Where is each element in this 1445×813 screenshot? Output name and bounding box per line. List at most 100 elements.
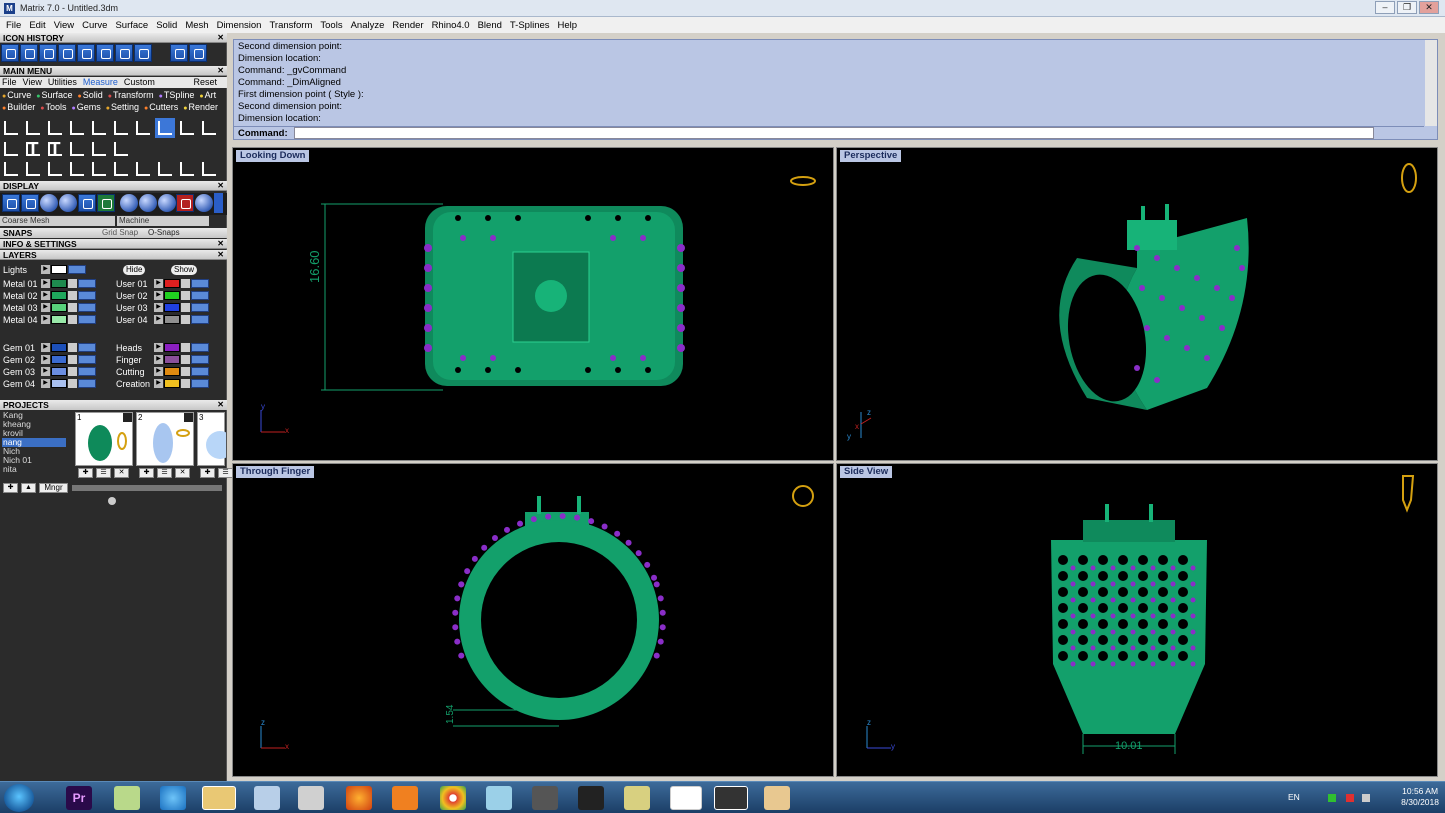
lock-icon[interactable] (68, 315, 77, 324)
panel-expand-icon[interactable] (108, 497, 116, 505)
lock-icon[interactable] (181, 367, 190, 376)
language-indicator[interactable]: EN (1288, 792, 1300, 802)
add-icon[interactable]: ✚ (139, 468, 154, 478)
viewport-perspective[interactable]: Perspective z x y (836, 147, 1438, 461)
measure-tool-icon[interactable] (89, 139, 109, 159)
render-sphere-icon[interactable] (40, 194, 58, 212)
menu-tsplines[interactable]: T-Splines (506, 20, 554, 31)
dimension-aligned-icon[interactable] (155, 118, 175, 138)
tab-file[interactable]: File (2, 77, 17, 88)
text-tool-icon[interactable]: T (23, 139, 43, 159)
up-arrow-button[interactable]: ▲ (21, 483, 36, 493)
analyze-tool-icon[interactable] (89, 159, 109, 179)
history-tool-icon[interactable] (20, 44, 38, 62)
layer-visibility-icon[interactable] (78, 279, 96, 288)
icon-history-header[interactable]: ICON HISTORY ✕ (0, 33, 227, 43)
media-player-icon[interactable] (392, 786, 418, 810)
layer-color-swatch[interactable] (164, 379, 180, 388)
category-art[interactable]: Art (199, 90, 217, 101)
layer-visibility-icon[interactable] (191, 315, 209, 324)
lock-icon[interactable] (181, 303, 190, 312)
circle-tool-icon[interactable] (199, 159, 219, 179)
arrow-right-icon[interactable]: ▶ (41, 343, 50, 352)
layer-color-swatch[interactable] (51, 291, 67, 300)
dimension-tool-icon[interactable] (89, 118, 109, 138)
chrome-icon[interactable] (440, 786, 466, 810)
analyze-tool-icon[interactable] (23, 159, 43, 179)
viewport-looking-down[interactable]: Looking Down 16.60 y x (232, 147, 834, 461)
dimension-tool-icon[interactable] (199, 118, 219, 138)
category-gems[interactable]: Gems (72, 102, 101, 113)
close-icon[interactable]: ✕ (217, 250, 224, 260)
analyze-tool-icon[interactable] (45, 159, 65, 179)
material-sphere-icon[interactable] (139, 194, 157, 212)
viewport-through-finger[interactable]: Through Finger 1.54 z x (232, 463, 834, 777)
paint-icon[interactable] (764, 786, 790, 810)
minimize-button[interactable]: – (1375, 1, 1395, 14)
projects-list[interactable]: Kang kheang krovil nang Nich Nich 01 nit… (2, 411, 66, 477)
layer-color-swatch[interactable] (51, 315, 67, 324)
tray-icon[interactable] (1362, 794, 1370, 802)
dimension-tool-icon[interactable] (23, 118, 43, 138)
menu-help[interactable]: Help (554, 20, 582, 31)
layer-visibility-icon[interactable] (191, 291, 209, 300)
layer-color-swatch[interactable] (164, 303, 180, 312)
lock-icon[interactable] (181, 315, 190, 324)
dimension-tool-icon[interactable] (177, 118, 197, 138)
category-builder[interactable]: Builder (2, 102, 35, 113)
menu-curve[interactable]: Curve (78, 20, 111, 31)
measure-tool-icon[interactable] (111, 139, 131, 159)
add-project-button[interactable]: ✚ (3, 483, 18, 493)
projects-header[interactable]: PROJECTS ✕ (0, 400, 227, 410)
history-tool-icon[interactable] (96, 44, 114, 62)
layer-color-swatch[interactable] (164, 279, 180, 288)
history-tool-icon[interactable] (1, 44, 19, 62)
o-snaps-toggle[interactable]: O-Snaps (148, 228, 180, 238)
arrow-right-icon[interactable]: ▶ (41, 315, 50, 324)
arrow-right-icon[interactable]: ▶ (154, 291, 163, 300)
main-menu-header[interactable]: MAIN MENU ✕ (0, 66, 227, 76)
close-icon[interactable]: ✕ (217, 66, 224, 76)
menu-edit[interactable]: Edit (25, 20, 49, 31)
layer-visibility-icon[interactable] (191, 343, 209, 352)
layer-color-swatch[interactable] (164, 367, 180, 376)
history-tool-icon[interactable] (77, 44, 95, 62)
dimension-tool-icon[interactable] (1, 118, 21, 138)
arrow-right-icon[interactable]: ▶ (41, 367, 50, 376)
tool-icon[interactable] (532, 786, 558, 810)
display-scroll-icon[interactable] (214, 193, 223, 213)
display-header[interactable]: DISPLAY ✕ (0, 181, 227, 191)
category-curve[interactable]: Curve (2, 90, 31, 101)
shaded-icon[interactable] (21, 194, 39, 212)
add-icon[interactable]: ✚ (200, 468, 215, 478)
arrow-right-icon[interactable]: ▶ (41, 355, 50, 364)
menu-rhino4[interactable]: Rhino4.0 (428, 20, 474, 31)
category-cutters[interactable]: Cutters (144, 102, 178, 113)
close-icon[interactable]: ✕ (114, 468, 129, 478)
lock-icon[interactable] (181, 279, 190, 288)
add-icon[interactable]: ✚ (78, 468, 93, 478)
analyze-tool-icon[interactable] (177, 159, 197, 179)
explorer-icon[interactable] (202, 786, 236, 810)
arrow-right-icon[interactable]: ▶ (154, 355, 163, 364)
layer-visibility-icon[interactable] (191, 379, 209, 388)
category-tspline[interactable]: TSpline (159, 90, 195, 101)
dimension-tool-icon[interactable] (67, 118, 87, 138)
history-tool-icon[interactable] (39, 44, 57, 62)
dimension-tool-icon[interactable] (133, 118, 153, 138)
wireframe-icon[interactable] (2, 194, 20, 212)
category-render[interactable]: Render (183, 102, 219, 113)
close-icon[interactable]: ✕ (175, 468, 190, 478)
lock-icon[interactable] (68, 355, 77, 364)
light-color-swatch[interactable] (51, 265, 67, 274)
layer-color-swatch[interactable] (51, 367, 67, 376)
lock-icon[interactable] (68, 291, 77, 300)
app-icon[interactable] (486, 786, 512, 810)
arrow-right-icon[interactable] (189, 44, 207, 62)
layer-visibility-icon[interactable] (78, 343, 96, 352)
leader-tool-icon[interactable] (1, 139, 21, 159)
snipping-icon[interactable] (298, 786, 324, 810)
firefox-icon[interactable] (346, 786, 372, 810)
close-icon[interactable]: ✕ (217, 239, 224, 249)
arrow-right-icon[interactable]: ▶ (154, 343, 163, 352)
